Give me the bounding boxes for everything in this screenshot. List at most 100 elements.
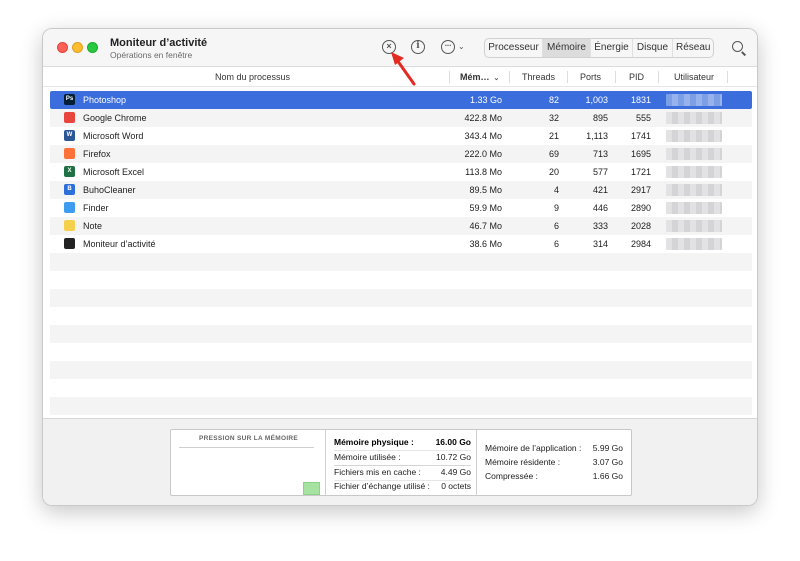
process-user-redacted — [666, 112, 722, 124]
process-memory: 343.4 Mo — [464, 131, 502, 141]
process-ports: 895 — [592, 113, 608, 123]
process-user-redacted — [666, 148, 722, 160]
stat-row: Compressée : 1.66 Go — [485, 471, 623, 485]
process-threads: 9 — [553, 203, 559, 213]
app-subtitle: Opérations en fenêtre — [110, 50, 193, 60]
process-user-redacted — [666, 202, 722, 214]
word-icon: W — [64, 130, 75, 141]
column-header-threads[interactable]: Threads — [522, 72, 555, 82]
pressure-graph-baseline — [179, 447, 314, 448]
memory-pressure-title: PRESSION SUR LA MÉMOIRE — [198, 435, 299, 442]
process-pid: 1741 — [630, 131, 651, 141]
table-row[interactable]: Ps Photoshop 1.33 Go 82 1,003 1831 — [50, 91, 752, 109]
empty-table-row — [50, 271, 752, 289]
table-row[interactable]: W Microsoft Word 343.4 Mo 21 1,113 1741 — [50, 127, 752, 145]
empty-table-row — [50, 343, 752, 361]
process-name: Moniteur d’activité — [83, 239, 156, 249]
chevron-down-icon[interactable]: ⌄ — [458, 42, 465, 51]
search-icon[interactable] — [732, 41, 743, 52]
column-header-name[interactable]: Nom du processus — [215, 72, 290, 82]
memory-pressure-graph: PRESSION SUR LA MÉMOIRE — [171, 430, 326, 495]
stat-row: Mémoire utilisée : 10.72 Go — [334, 452, 471, 466]
table-row[interactable]: X Microsoft Excel 113.8 Mo 20 577 1721 — [50, 163, 752, 181]
column-header-memory[interactable]: Mém… ⌄ — [460, 72, 499, 82]
stat-label: Mémoire physique : — [334, 437, 414, 447]
process-name: Note — [83, 221, 103, 231]
tab-energie[interactable]: Énergie — [591, 39, 633, 57]
process-threads: 4 — [553, 185, 559, 195]
memory-stats-right: Mémoire de l’application : 5.99 Go Mémoi… — [478, 430, 631, 495]
process-ports: 1,113 — [586, 131, 608, 141]
empty-table-row — [50, 325, 752, 343]
tab-disque[interactable]: Disque — [633, 39, 673, 57]
empty-table-row — [50, 307, 752, 325]
process-name: Google Chrome — [83, 113, 147, 123]
stat-row: Fichier d’échange utilisé : 0 octets — [334, 481, 471, 495]
pressure-level-bar — [303, 482, 320, 495]
table-row[interactable]: Firefox 222.0 Mo 69 713 1695 — [50, 145, 752, 163]
process-pid: 555 — [635, 113, 651, 123]
process-name: Microsoft Word — [83, 131, 144, 141]
table-row[interactable]: B BuhoCleaner 89.5 Mo 4 421 2917 — [50, 181, 752, 199]
stat-row: Mémoire physique : 16.00 Go — [334, 437, 471, 451]
process-pid: 1695 — [630, 149, 651, 159]
ellipsis-icon[interactable]: ··· — [441, 40, 455, 54]
process-ports: 421 — [592, 185, 608, 195]
process-name: Finder — [83, 203, 109, 213]
stat-value: 16.00 Go — [435, 437, 471, 447]
empty-table-row — [50, 379, 752, 397]
process-ports: 713 — [592, 149, 608, 159]
process-threads: 32 — [548, 113, 559, 123]
column-divider — [615, 71, 616, 83]
process-user-redacted — [666, 238, 722, 250]
stat-label: Compressée : — [485, 471, 538, 481]
table-row[interactable]: Moniteur d’activité 38.6 Mo 6 314 2984 — [50, 235, 752, 253]
stat-value: 3.07 Go — [592, 457, 623, 467]
close-window-button[interactable] — [57, 42, 68, 53]
notes-icon — [64, 220, 75, 231]
table-row[interactable]: Google Chrome 422.8 Mo 32 895 555 — [50, 109, 752, 127]
tab-processeur[interactable]: Processeur — [485, 39, 543, 57]
finder-icon — [64, 202, 75, 213]
stat-label: Mémoire résidente : — [485, 457, 561, 467]
column-divider — [449, 71, 450, 83]
stat-row: Mémoire résidente : 3.07 Go — [485, 457, 623, 471]
process-ports: 1,003 — [585, 95, 608, 105]
process-threads: 69 — [548, 149, 559, 159]
process-ports: 314 — [592, 239, 608, 249]
zoom-window-button[interactable] — [87, 42, 98, 53]
column-header-user[interactable]: Utilisateur — [674, 72, 714, 82]
process-user-redacted — [666, 94, 722, 106]
process-ports: 333 — [592, 221, 608, 231]
tab-memoire[interactable]: Mémoire — [543, 39, 591, 57]
empty-table-row — [50, 361, 752, 379]
firefox-icon — [64, 148, 75, 159]
process-name: BuhoCleaner — [83, 185, 136, 195]
process-ports: 446 — [592, 203, 608, 213]
activity-monitor-icon — [64, 238, 75, 249]
column-divider — [727, 71, 728, 83]
process-threads: 21 — [548, 131, 559, 141]
process-memory: 422.8 Mo — [464, 113, 502, 123]
process-memory: 59.9 Mo — [469, 203, 502, 213]
excel-icon: X — [64, 166, 75, 177]
sort-chevron-icon: ⌄ — [493, 75, 500, 82]
memory-summary-panel: PRESSION SUR LA MÉMOIRE Mémoire physique… — [170, 429, 632, 496]
column-header-memory-label: Mém… — [460, 72, 490, 82]
stat-value: 4.49 Go — [440, 467, 471, 477]
table-row[interactable]: Finder 59.9 Mo 9 446 2890 — [50, 199, 752, 217]
table-row[interactable]: Note 46.7 Mo 6 333 2028 — [50, 217, 752, 235]
process-pid: 1721 — [630, 167, 651, 177]
column-divider — [567, 71, 568, 83]
photoshop-icon: Ps — [64, 94, 75, 105]
process-pid: 2028 — [630, 221, 651, 231]
stat-value: 0 octets — [441, 481, 471, 491]
column-header-pid[interactable]: PID — [629, 72, 644, 82]
process-threads: 6 — [553, 239, 559, 249]
memory-stats-left: Mémoire physique : 16.00 Go Mémoire util… — [327, 430, 477, 495]
stat-label: Fichier d’échange utilisé : — [334, 481, 430, 491]
minimize-window-button[interactable] — [72, 42, 83, 53]
column-header-ports[interactable]: Ports — [580, 72, 601, 82]
process-table: Ps Photoshop 1.33 Go 82 1,003 1831 Google Chro… — [50, 91, 752, 415]
tab-reseau[interactable]: Réseau — [673, 39, 713, 57]
